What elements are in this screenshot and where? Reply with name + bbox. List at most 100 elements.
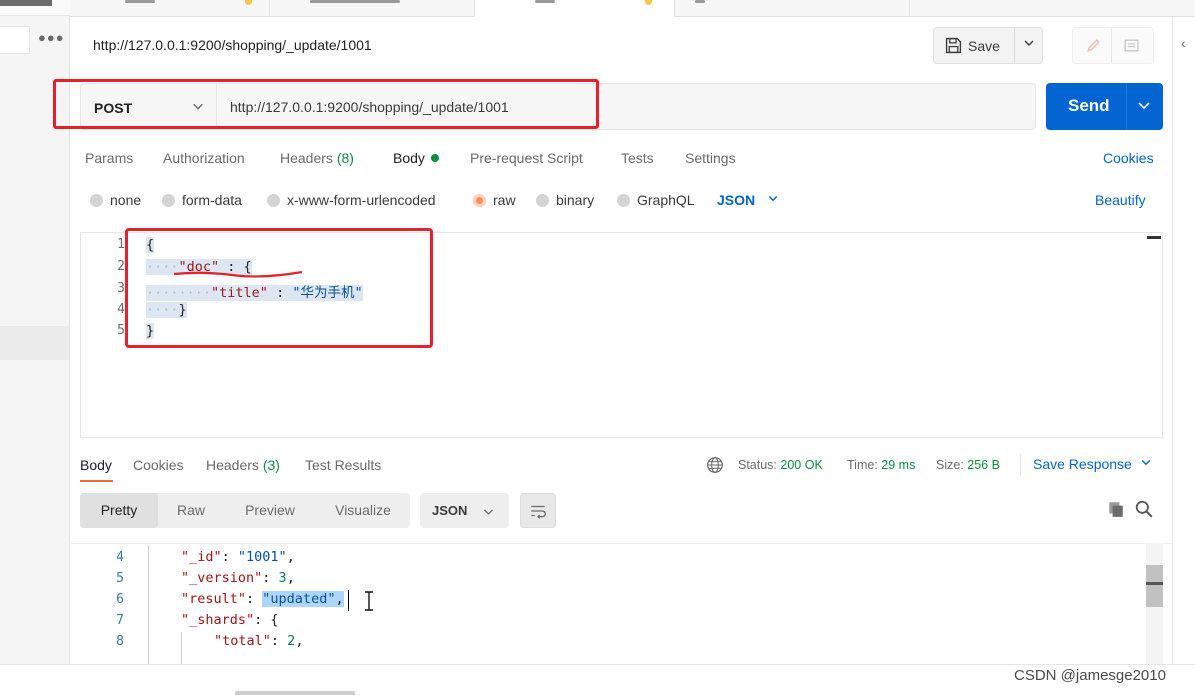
response-tab-body[interactable]: Body [80,457,112,473]
radio-dot [267,194,280,207]
scrollbar-thumb[interactable] [1146,565,1163,607]
annotation-box-body [125,228,433,348]
active-tab-underline [80,480,113,482]
json-key: "result" [181,591,247,607]
response-headers-label: Headers [206,457,259,473]
response-code-line: "result": "updated", [181,591,344,607]
json-key: "_version" [181,570,263,586]
view-preview[interactable]: Preview [226,493,314,528]
chevron-down-icon[interactable] [1021,35,1037,51]
status-bar-stub [235,691,355,695]
status-meta[interactable]: Status: 200 OK [738,458,823,472]
save-response-button[interactable]: Save Response [1033,456,1152,472]
response-code-line: "_shards": { [181,612,279,628]
status-value: 200 OK [780,458,823,472]
radio-raw[interactable]: raw [473,192,516,208]
line-number: 4 [117,302,125,317]
copy-icon[interactable] [1107,500,1125,518]
json-value: "1001" [237,549,287,565]
cookies-link[interactable]: Cookies [1103,150,1154,166]
size-meta[interactable]: Size: 256 B [936,458,1000,472]
radio-form-data[interactable]: form-data [162,192,242,208]
json-value: 2 [287,633,296,649]
tab-item[interactable] [675,0,910,17]
send-button[interactable]: Send [1046,83,1163,130]
tab-tests[interactable]: Tests [621,150,654,166]
chevron-down-icon [483,509,494,515]
time-value: 29 ms [881,458,916,472]
pencil-icon[interactable] [1085,37,1102,54]
json-value: 3 [278,570,287,586]
sidebar-search-stub[interactable] [0,26,30,54]
response-tab-test-results[interactable]: Test Results [305,457,381,473]
line-number: 1 [117,237,125,252]
view-visualize[interactable]: Visualize [318,493,408,528]
chevron-down-icon[interactable] [1136,97,1152,113]
tab-authorization[interactable]: Authorization [163,150,245,166]
view-pretty[interactable]: Pretty [80,493,158,528]
response-code-line: "total": 2, [214,633,304,649]
response-view-group: Pretty Raw Preview Visualize [80,493,410,528]
body-format-select[interactable]: JSON [717,192,779,208]
line-number: 6 [116,592,124,607]
radio-none[interactable]: none [90,192,141,208]
radio-graphql[interactable]: GraphQL [617,192,695,208]
json-key: "_id" [181,549,222,565]
response-format-select[interactable]: JSON [420,493,509,528]
response-scrollbar[interactable] [1146,543,1163,664]
tab-item-active[interactable] [475,0,675,17]
collapse-icon[interactable]: ‹ [1181,35,1186,51]
tab-params[interactable]: Params [85,150,133,166]
annotation-underline [173,270,303,278]
divider [71,543,1172,544]
time-meta[interactable]: Time: 29 ms [847,458,915,472]
radio-urlencoded[interactable]: x-www-form-urlencoded [267,192,436,208]
wrap-lines-button[interactable] [520,493,556,528]
tab-item[interactable] [270,0,475,17]
radio-label: none [110,192,142,208]
save-button[interactable]: Save [968,38,1000,54]
response-code-line: "_id": "1001", [181,549,295,565]
sidebar-selected-item[interactable] [0,326,70,360]
more-icon[interactable]: ●●● [38,30,65,45]
beautify-link[interactable]: Beautify [1095,192,1146,208]
tab-settings[interactable]: Settings [685,150,736,166]
request-title[interactable]: http://127.0.0.1:9200/shopping/_update/1… [93,37,372,53]
wrap-icon [531,505,546,519]
tab-headers-label: Headers [280,150,333,166]
comment-icon[interactable] [1123,37,1140,54]
chevron-down-icon [1141,459,1151,466]
tab-body[interactable]: Body [393,150,439,166]
request-tab-strip [70,0,1195,17]
radio-binary[interactable]: binary [536,192,594,208]
text-cursor [348,590,349,611]
tab-prerequest-script[interactable]: Pre-request Script [470,150,583,166]
globe-icon[interactable] [706,456,724,474]
response-tab-headers[interactable]: Headers (3) [206,457,280,473]
radio-label: raw [493,192,516,208]
editor-scroll-marker [1147,236,1161,239]
line-number: 8 [116,634,124,649]
body-indicator-dot [430,154,439,162]
response-tab-cookies[interactable]: Cookies [133,457,184,473]
radio-dot-selected [473,194,486,207]
response-headers-count: (3) [262,457,280,473]
tab-headers[interactable]: Headers (8) [280,150,354,166]
save-response-label: Save Response [1033,456,1132,472]
chevron-down-icon [768,195,778,202]
response-code-line: "_version": 3, [181,570,295,586]
save-button-group[interactable]: Save [933,27,1043,64]
radio-label: binary [556,192,595,208]
radio-label: GraphQL [637,192,695,208]
line-number: 5 [116,571,124,586]
tab-item[interactable] [70,0,270,17]
scrollbar-marker [1146,582,1163,585]
status-label: Status: [738,458,777,472]
view-raw[interactable]: Raw [158,493,224,528]
radio-dot [536,194,549,207]
size-label: Size: [936,458,964,472]
indent-guide [181,632,182,664]
radio-dot [617,194,630,207]
search-icon[interactable] [1135,500,1153,518]
headers-count: (8) [336,150,354,166]
